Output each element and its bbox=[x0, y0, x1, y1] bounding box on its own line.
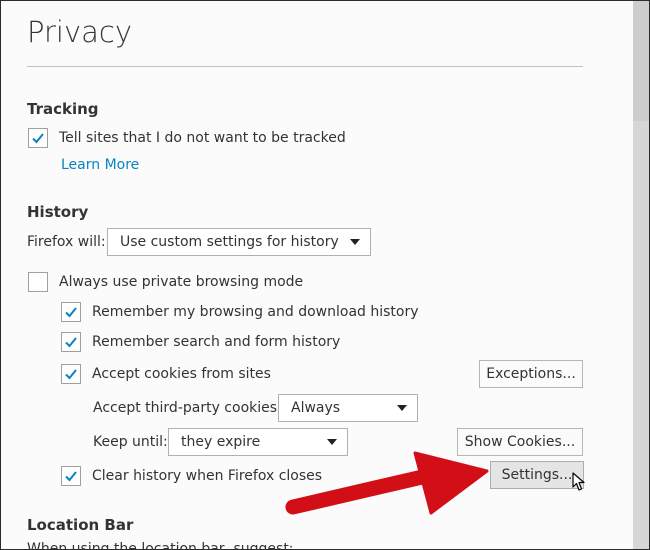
checkmark-icon bbox=[65, 337, 77, 348]
keep-until-label: Keep until: bbox=[93, 434, 168, 450]
settings-button[interactable]: Settings... bbox=[490, 461, 584, 489]
keep-until-value: they expire bbox=[181, 434, 261, 450]
clear-history-checkbox[interactable] bbox=[61, 466, 81, 486]
red-arrow-annotation bbox=[285, 451, 489, 515]
accept-cookies-label: Accept cookies from sites bbox=[92, 366, 271, 382]
third-party-dropdown[interactable]: Always bbox=[278, 394, 418, 422]
chevron-down-icon bbox=[327, 439, 337, 445]
checkmark-icon bbox=[65, 307, 77, 318]
remember-search-checkbox[interactable] bbox=[61, 332, 81, 352]
chevron-down-icon bbox=[350, 239, 360, 245]
remember-browsing-row[interactable]: Remember my browsing and download histor… bbox=[61, 300, 419, 324]
remember-search-row[interactable]: Remember search and form history bbox=[61, 330, 340, 354]
chevron-down-icon bbox=[397, 405, 407, 411]
tracking-heading: Tracking bbox=[27, 100, 99, 118]
mouse-pointer-icon bbox=[572, 472, 585, 491]
third-party-row: Accept third-party cookies: bbox=[93, 396, 282, 420]
accept-cookies-row[interactable]: Accept cookies from sites bbox=[61, 362, 271, 386]
exceptions-button[interactable]: Exceptions... bbox=[479, 360, 583, 388]
title-divider bbox=[27, 66, 583, 67]
remember-search-label: Remember search and form history bbox=[92, 334, 341, 350]
history-mode-dropdown[interactable]: Use custom settings for history bbox=[107, 228, 371, 256]
private-browsing-checkbox[interactable] bbox=[28, 272, 48, 292]
third-party-label: Accept third-party cookies: bbox=[93, 400, 282, 416]
scrollbar[interactable] bbox=[633, 1, 649, 549]
scrollbar-thumb[interactable] bbox=[633, 1, 649, 121]
location-bar-heading: Location Bar bbox=[27, 516, 134, 534]
accept-cookies-checkbox[interactable] bbox=[61, 364, 81, 384]
dnt-label: Tell sites that I do not want to be trac… bbox=[59, 130, 346, 146]
learn-more-link[interactable]: Learn More bbox=[61, 157, 139, 173]
dnt-row[interactable]: Tell sites that I do not want to be trac… bbox=[28, 126, 346, 150]
checkmark-icon bbox=[65, 369, 77, 380]
remember-browsing-checkbox[interactable] bbox=[61, 302, 81, 322]
location-bar-subtext: When using the location bar, suggest: bbox=[27, 541, 294, 550]
page-title: Privacy bbox=[27, 15, 132, 49]
checkmark-icon bbox=[65, 471, 77, 482]
history-mode-value: Use custom settings for history bbox=[120, 234, 339, 250]
keep-until-row: Keep until: bbox=[93, 430, 168, 454]
preferences-pane: Privacy Tracking Tell sites that I do no… bbox=[0, 0, 650, 550]
third-party-value: Always bbox=[291, 400, 341, 416]
private-browsing-label: Always use private browsing mode bbox=[59, 274, 304, 290]
remember-browsing-label: Remember my browsing and download histor… bbox=[92, 304, 419, 320]
checkmark-icon bbox=[32, 133, 44, 144]
firefox-will-label: Firefox will: bbox=[27, 234, 106, 250]
private-browsing-row[interactable]: Always use private browsing mode bbox=[28, 270, 303, 294]
firefox-will-row: Firefox will: bbox=[27, 230, 106, 254]
history-heading: History bbox=[27, 203, 89, 221]
dnt-checkbox[interactable] bbox=[28, 128, 48, 148]
